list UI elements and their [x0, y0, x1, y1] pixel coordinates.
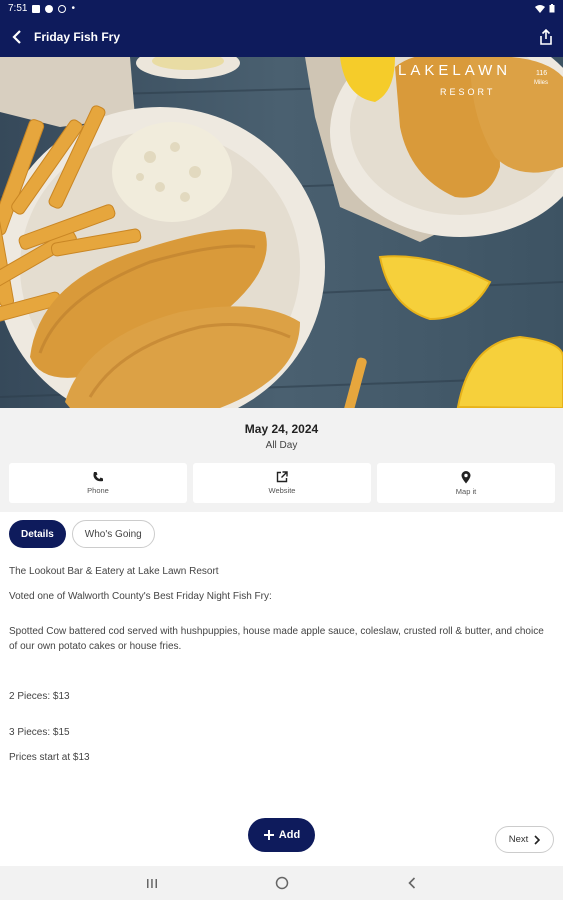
next-label: Next: [508, 834, 529, 845]
recents-button[interactable]: [137, 873, 167, 893]
battery-icon: [549, 4, 555, 13]
event-info: May 24, 2024 All Day Phone Website Map i…: [0, 408, 563, 512]
phone-icon: [93, 472, 103, 482]
system-nav-bar: [0, 866, 563, 900]
home-icon: [275, 876, 288, 890]
description-text: Spotted Cow battered cod served with hus…: [9, 626, 544, 652]
website-button[interactable]: Website: [193, 463, 371, 503]
hero-logo-subtext: RESORT: [440, 87, 495, 97]
page-title: Friday Fish Fry: [34, 30, 121, 44]
next-button[interactable]: Next: [495, 826, 554, 853]
venue-text: The Lookout Bar & Eatery at Lake Lawn Re…: [9, 566, 219, 577]
hero-image: LAKELAWN RESORT 116 Miles: [0, 57, 563, 408]
map-button[interactable]: Map it: [377, 463, 555, 503]
back-button[interactable]: [0, 17, 34, 57]
plus-icon: [263, 830, 274, 840]
chevron-left-icon: [12, 30, 21, 44]
wifi-icon: [535, 4, 545, 13]
event-date: May 24, 2024: [244, 422, 319, 436]
share-icon: [540, 29, 552, 45]
hero-logo-text: LAKELAWN: [398, 62, 511, 79]
recents-icon: [146, 878, 157, 888]
map-pin-icon: [461, 470, 471, 483]
phone-button[interactable]: Phone: [9, 463, 187, 503]
home-button[interactable]: [267, 873, 297, 893]
event-time: All Day: [265, 440, 298, 451]
status-dot: •: [71, 3, 75, 14]
system-back-button[interactable]: [397, 873, 427, 893]
share-button[interactable]: [529, 17, 563, 57]
status-time: 7:51: [8, 3, 28, 14]
distance-label: Miles: [534, 80, 548, 86]
back-icon: [407, 877, 415, 889]
notification-icon: [45, 4, 54, 13]
tab-bar: Details Who's Going: [9, 520, 155, 548]
price-two-pieces: 2 Pieces: $13: [9, 691, 70, 702]
add-label: Add: [278, 829, 301, 841]
notification-icon: [32, 4, 41, 13]
app-bar: Friday Fish Fry: [0, 17, 563, 57]
tab-whos-going[interactable]: Who's Going: [71, 520, 155, 548]
notification-icon: [58, 4, 67, 13]
status-bar: 7:51 •: [0, 0, 563, 17]
voted-text: Voted one of Walworth County's Best Frid…: [9, 591, 272, 602]
website-label: Website: [268, 486, 296, 495]
phone-label: Phone: [87, 486, 109, 495]
map-label: Map it: [455, 486, 477, 496]
tab-details[interactable]: Details: [9, 520, 66, 548]
chevron-right-icon: [534, 834, 541, 845]
price-three-pieces: 3 Pieces: $15: [9, 727, 70, 738]
external-link-icon: [276, 471, 288, 483]
prices-start-text: Prices start at $13: [9, 752, 90, 763]
distance-value: 116: [536, 70, 547, 77]
action-buttons: Phone Website Map it: [9, 463, 555, 503]
add-button[interactable]: Add: [248, 818, 315, 852]
